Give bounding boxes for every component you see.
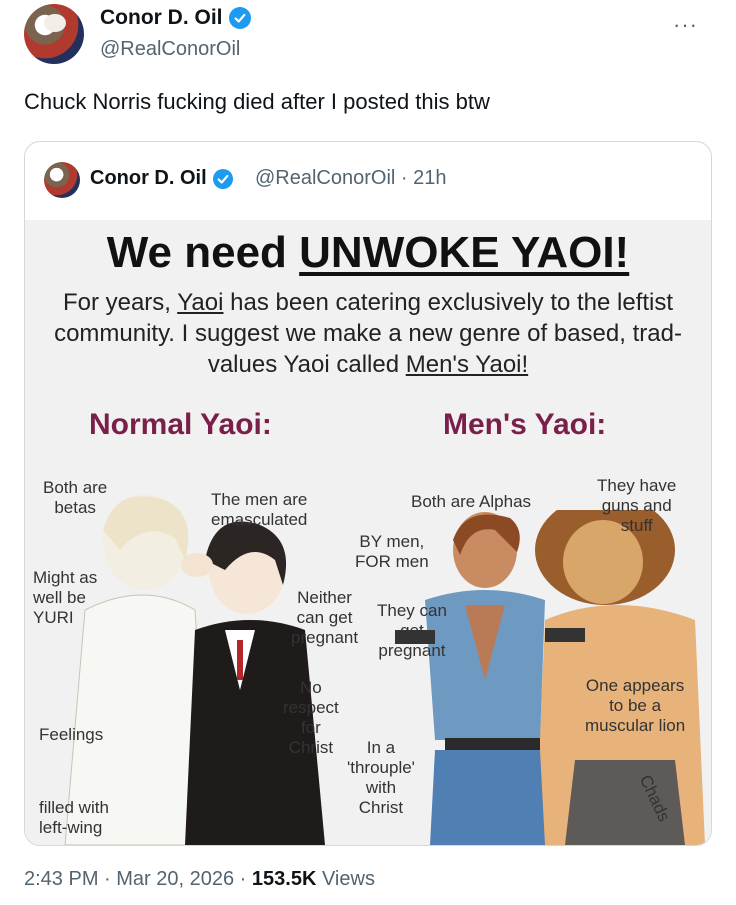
meme-description: For years, Yaoi has been catering exclus… bbox=[41, 287, 695, 380]
tweet-meta: 2:43 PM · Mar 20, 2026 · 153.5K Views bbox=[24, 868, 375, 891]
meme-desc-part1: For years, bbox=[62, 289, 178, 316]
quoted-tweet-header: Conor D. Oil @RealConorOil · 21h bbox=[25, 142, 711, 220]
label-by-men: BY men, FOR men bbox=[355, 532, 429, 571]
quoted-author-handle: @RealConorOil · 21h bbox=[255, 167, 447, 189]
more-options-icon[interactable]: ··· bbox=[673, 12, 698, 38]
quoted-author-avatar[interactable] bbox=[44, 162, 80, 198]
author-name-row[interactable]: Conor D. Oil bbox=[100, 6, 251, 30]
meme-desc-link2: Men's Yaoi! bbox=[405, 351, 529, 378]
meme-title-emphasis: UNWOKE YAOI! bbox=[299, 228, 630, 277]
label-no-respect: No respect for Christ bbox=[283, 678, 339, 757]
label-might-yuri: Might as well be YURI bbox=[33, 568, 98, 627]
verified-badge-icon bbox=[212, 168, 233, 189]
author-handle[interactable]: @RealConorOil bbox=[100, 38, 240, 61]
label-feelings: Feelings bbox=[39, 725, 104, 744]
author-name[interactable]: Conor D. Oil bbox=[100, 6, 223, 30]
views-label: Views bbox=[321, 868, 375, 890]
tweet-timestamp[interactable]: 2:43 PM · Mar 20, 2026 · bbox=[24, 868, 246, 890]
tweet-text: Chuck Norris fucking died after I posted… bbox=[24, 89, 490, 114]
label-neither-pregnant: Neither can get pregnant bbox=[291, 588, 359, 647]
quoted-tweet[interactable]: Conor D. Oil @RealConorOil · 21h We need… bbox=[24, 141, 712, 846]
quoted-author-name: Conor D. Oil bbox=[90, 167, 207, 189]
mens-yaoi-heading: Men's Yaoi: bbox=[443, 408, 607, 441]
meme-title-prefix: We need bbox=[106, 228, 300, 277]
label-left-wing: filled with left-wing bbox=[39, 798, 109, 837]
author-avatar[interactable] bbox=[24, 4, 84, 64]
label-lion: One appears to be a muscular lion bbox=[585, 676, 686, 735]
meme-title: We need UNWOKE YAOI! bbox=[25, 228, 711, 278]
label-both-alphas: Both are Alphas bbox=[411, 492, 532, 511]
normal-yaoi-heading: Normal Yaoi: bbox=[89, 408, 272, 441]
meme-image[interactable]: We need UNWOKE YAOI! For years, Yaoi has… bbox=[25, 220, 711, 845]
label-they-can-pregnant: They can get pregnant bbox=[377, 601, 447, 660]
label-emasculated: The men are emasculated bbox=[211, 490, 308, 529]
meme-desc-link1: Yaoi bbox=[177, 289, 224, 316]
views-count: 153.5K bbox=[251, 868, 317, 890]
label-both-betas: Both are betas bbox=[43, 478, 108, 517]
verified-badge-icon bbox=[228, 7, 251, 29]
normal-yaoi-illustration bbox=[64, 494, 325, 845]
quoted-author-name-row: Conor D. Oil bbox=[90, 167, 233, 190]
label-guns: They have guns and stuff bbox=[597, 476, 677, 535]
label-throuple: In a 'throuple' with Christ bbox=[347, 738, 415, 817]
